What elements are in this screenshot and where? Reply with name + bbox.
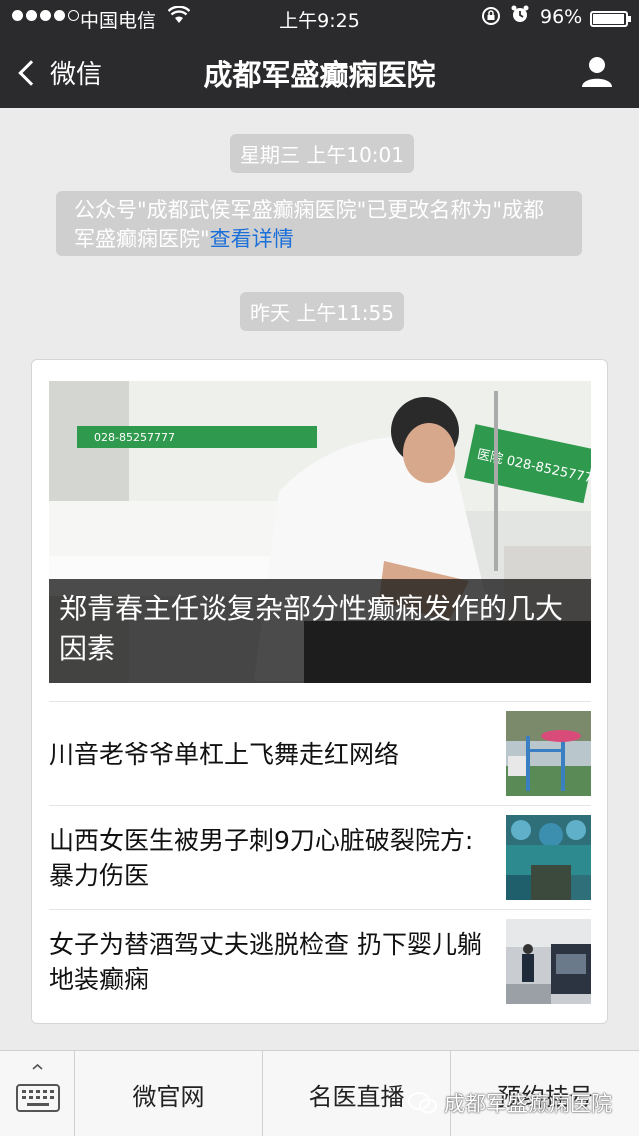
hero-banner-text: 028-85257777 — [94, 431, 175, 444]
article-title: 川音老爷爷单杠上飞舞走红网络 — [49, 739, 400, 769]
keyboard-toggle-button[interactable] — [0, 1051, 75, 1136]
nav-bar: 微信 成都军盛癫痫医院 — [0, 36, 639, 108]
article-item[interactable]: 女子为替酒驾丈夫逃脱检查 扔下婴儿躺地装癫痫 — [49, 909, 591, 1013]
watermark: 成都军盛癫痫医院 — [408, 1088, 612, 1118]
battery-percentage: 96% — [540, 6, 583, 28]
timestamp-label: 星期三 上午10:01 — [230, 134, 414, 173]
rotation-lock-icon — [481, 6, 501, 31]
top-bar: 中国电信 上午9:25 96% 微信 成都军盛癫痫医院 — [0, 0, 639, 108]
article-item[interactable]: 川音老爷爷单杠上飞舞走红网络 — [49, 701, 591, 805]
wechat-logo-icon — [408, 1092, 437, 1114]
page-title: 成都军盛癫痫医院 — [203, 58, 436, 92]
article-item[interactable]: 山西女医生被男子刺9刀心脏破裂院方:暴力伤医 — [49, 805, 591, 909]
menu-item-official-site[interactable]: 微官网 — [75, 1051, 262, 1136]
article-title: 山西女医生被男子刺9刀心脏破裂院方:暴力伤医 — [49, 826, 474, 890]
article-card: 028-85257777 医院 028-8525777 郑青春主任谈复杂部分性癫… — [31, 359, 608, 1024]
hero-title: 郑青春主任谈复杂部分性癫痫发作的几大因素 — [49, 579, 591, 683]
profile-icon[interactable] — [579, 54, 615, 90]
watermark-text: 成都军盛癫痫医院 — [444, 1092, 612, 1116]
article-thumbnail — [506, 815, 591, 900]
hero-article[interactable]: 028-85257777 医院 028-8525777 郑青春主任谈复杂部分性癫… — [49, 381, 591, 683]
article-thumbnail — [506, 711, 591, 796]
keyboard-icon — [16, 1063, 60, 1112]
status-bar: 中国电信 上午9:25 96% — [0, 0, 639, 36]
alarm-icon — [510, 4, 530, 29]
system-notice: 公众号"成都武侯军盛癫痫医院"已更改名称为"成都军盛癫痫医院"查看详情 — [56, 191, 582, 256]
article-title: 女子为替酒驾丈夫逃脱检查 扔下婴儿躺地装癫痫 — [49, 930, 482, 994]
battery-icon — [590, 11, 631, 27]
view-details-link[interactable]: 查看详情 — [210, 227, 294, 251]
timestamp-label: 昨天 上午11:55 — [240, 292, 404, 331]
notice-text: 公众号"成都武侯军盛癫痫医院"已更改名称为"成都军盛癫痫医院" — [74, 198, 544, 251]
article-thumbnail — [506, 919, 591, 1004]
